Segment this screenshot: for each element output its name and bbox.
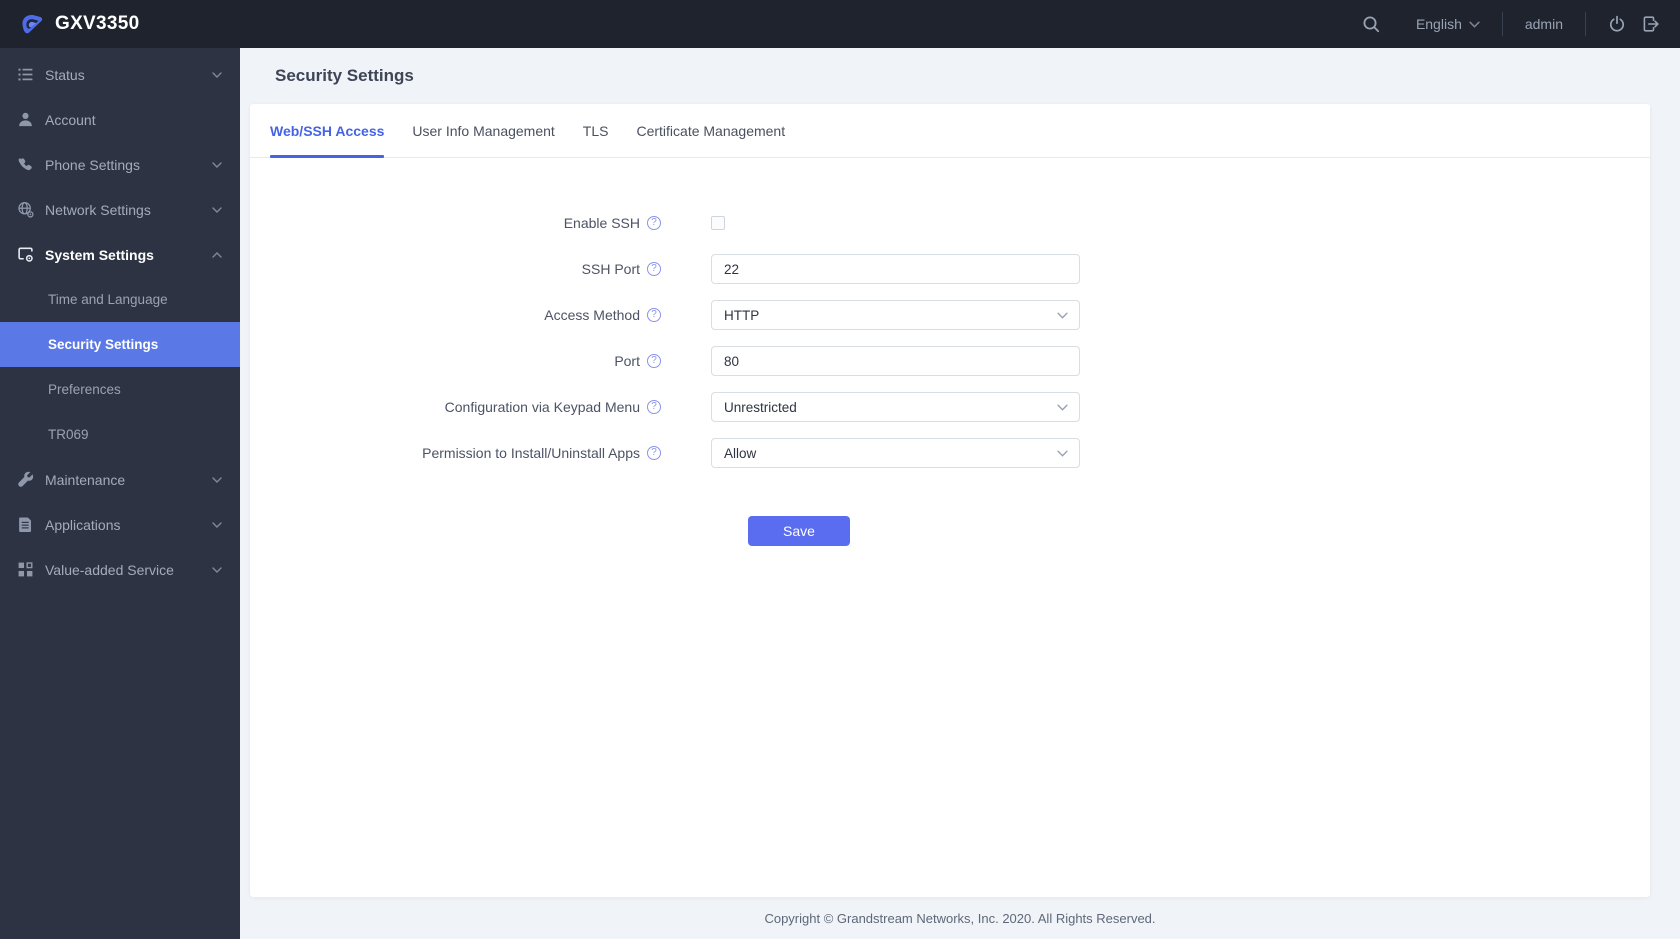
document-icon [19, 517, 32, 532]
chevron-down-icon [212, 206, 222, 213]
form-row-access-method: Access Method HTTP [250, 300, 1650, 330]
help-icon[interactable] [647, 308, 661, 322]
page-title: Security Settings [275, 66, 414, 85]
form-row-ssh-port: SSH Port [250, 254, 1650, 284]
sidebar-item-label: Security Settings [48, 337, 159, 352]
brand: GXV3350 [0, 11, 140, 37]
sidebar-item-preferences[interactable]: Preferences [0, 367, 240, 412]
chevron-up-icon [212, 251, 222, 258]
field-label: Permission to Install/Uninstall Apps [422, 445, 640, 461]
help-icon[interactable] [647, 262, 661, 276]
topbar: GXV3350 English admin [0, 0, 1680, 48]
form-row-port: Port [250, 346, 1650, 376]
chevron-down-icon [212, 161, 222, 168]
page-title-row: Security Settings [240, 48, 1680, 104]
form-row-enable-ssh: Enable SSH [250, 208, 1650, 238]
sidebar-item-time-and-language[interactable]: Time and Language [0, 277, 240, 322]
sidebar-item-label: Time and Language [48, 292, 168, 307]
web-ssh-access-form: Enable SSH SSH Port Access Method [250, 158, 1650, 546]
field-label: Configuration via Keypad Menu [444, 399, 640, 415]
help-icon[interactable] [647, 446, 661, 460]
chevron-down-icon [212, 566, 222, 573]
system-monitor-gear-icon [18, 247, 33, 262]
help-icon[interactable] [647, 216, 661, 230]
sidebar-item-label: Applications [45, 516, 121, 533]
sidebar-item-label: TR069 [48, 427, 89, 442]
install-uninstall-apps-select[interactable]: Allow [711, 438, 1080, 468]
sidebar-item-label: Network Settings [45, 201, 151, 218]
field-label: Enable SSH [563, 215, 640, 231]
selected-value: Unrestricted [724, 399, 797, 415]
copyright: Copyright © Grandstream Networks, Inc. 2… [764, 910, 1156, 926]
sidebar-item-label: Status [45, 66, 85, 83]
sidebar-item-label: System Settings [45, 246, 154, 263]
enable-ssh-checkbox[interactable] [711, 216, 725, 230]
footer: Copyright © Grandstream Networks, Inc. 2… [240, 897, 1680, 939]
account-person-icon [19, 112, 32, 127]
sidebar-item-phone-settings[interactable]: Phone Settings [0, 142, 240, 187]
sidebar-item-label: Value-added Service [45, 561, 174, 578]
form-row-configuration-via-keypad-menu: Configuration via Keypad Menu Unrestrict… [250, 392, 1650, 422]
status-list-icon [18, 68, 33, 81]
sidebar-item-status[interactable]: Status [0, 52, 240, 97]
logout-icon[interactable] [1642, 15, 1660, 33]
language-selector[interactable]: English [1416, 16, 1480, 32]
keypad-menu-config-select[interactable]: Unrestricted [711, 392, 1080, 422]
sidebar-item-security-settings[interactable]: Security Settings [0, 322, 240, 367]
tabbar: Web/SSH Access User Info Management TLS … [250, 104, 1650, 158]
sidebar-item-maintenance[interactable]: Maintenance [0, 457, 240, 502]
settings-card: Web/SSH Access User Info Management TLS … [250, 104, 1650, 897]
tab-tls[interactable]: TLS [583, 104, 609, 157]
chevron-down-icon [1469, 21, 1480, 28]
user-menu[interactable]: admin [1525, 16, 1563, 32]
language-label: English [1415, 16, 1462, 32]
network-globe-gear-icon [18, 201, 34, 218]
field-label: SSH Port [581, 261, 640, 277]
sidebar-item-tr069[interactable]: TR069 [0, 412, 240, 457]
sidebar-item-system-settings[interactable]: System Settings [0, 232, 240, 277]
divider [1501, 12, 1503, 36]
device-title: GXV3350 [55, 13, 140, 34]
form-row-permission-install-uninstall-apps: Permission to Install/Uninstall Apps All… [250, 438, 1650, 468]
help-icon[interactable] [647, 400, 661, 414]
sidebar-item-value-added-service[interactable]: Value-added Service [0, 547, 240, 592]
main-content: Security Settings Web/SSH Access User In… [240, 48, 1680, 939]
tools-wrench-icon [18, 471, 34, 487]
divider [1585, 12, 1586, 36]
selected-value: HTTP [724, 307, 760, 323]
chevron-down-icon [212, 521, 222, 528]
sidebar: Status Account Phone Settings Network Se… [0, 48, 240, 939]
tab-web-ssh-access[interactable]: Web/SSH Access [270, 104, 385, 158]
chevron-down-icon [1057, 312, 1068, 319]
chevron-down-icon [1057, 404, 1068, 411]
power-icon[interactable] [1608, 15, 1626, 33]
save-button[interactable]: Save [748, 516, 850, 546]
chevron-down-icon [212, 476, 222, 483]
port-input[interactable] [711, 346, 1080, 376]
grid-squares-icon [18, 562, 33, 577]
topbar-right: English admin [1362, 12, 1680, 36]
sidebar-item-label: Maintenance [45, 471, 126, 488]
sidebar-item-account[interactable]: Account [0, 97, 240, 142]
search-icon[interactable] [1362, 15, 1380, 33]
access-method-select[interactable]: HTTP [711, 300, 1080, 330]
help-icon[interactable] [647, 354, 661, 368]
selected-value: Allow [724, 445, 757, 461]
field-label: Access Method [544, 307, 640, 323]
chevron-down-icon [212, 71, 222, 78]
sidebar-item-label: Account [45, 111, 96, 128]
sidebar-item-network-settings[interactable]: Network Settings [0, 187, 240, 232]
ssh-port-input[interactable] [711, 254, 1080, 284]
field-label: Port [614, 353, 640, 369]
tab-user-info-management[interactable]: User Info Management [412, 104, 554, 157]
sidebar-item-applications[interactable]: Applications [0, 502, 240, 547]
tab-certificate-management[interactable]: Certificate Management [636, 104, 785, 157]
phone-handset-icon [18, 158, 32, 171]
sidebar-item-label: Phone Settings [45, 156, 140, 173]
chevron-down-icon [1057, 450, 1068, 457]
sidebar-item-label: Preferences [48, 382, 121, 397]
grandstream-logo-icon [22, 15, 43, 34]
